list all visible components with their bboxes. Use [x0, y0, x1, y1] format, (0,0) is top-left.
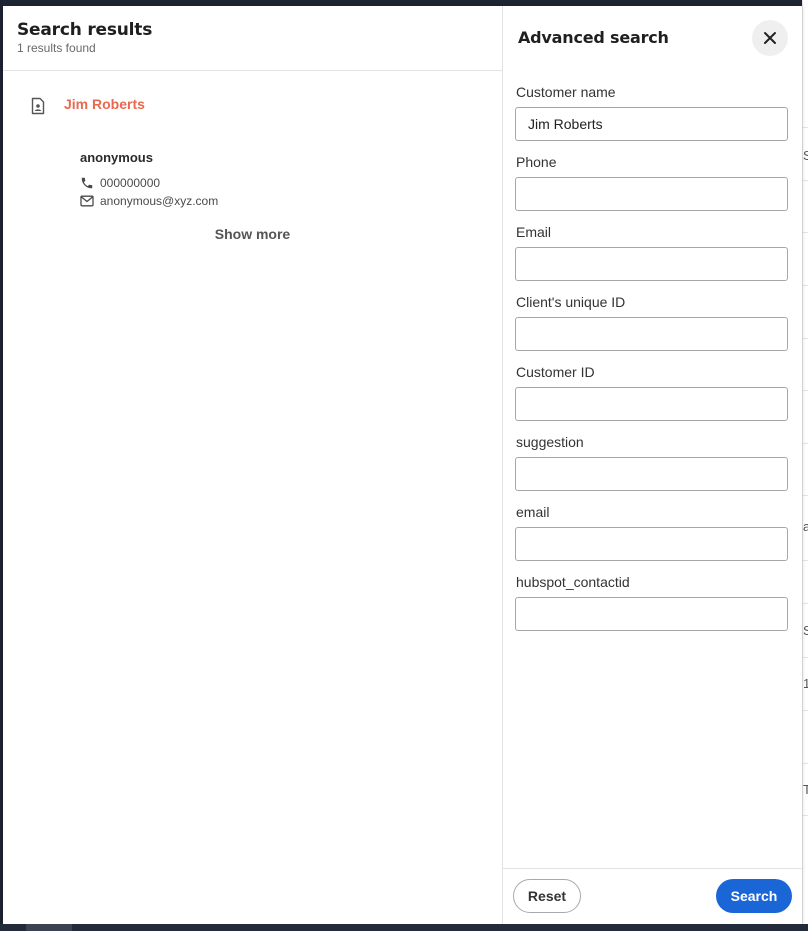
background-text-fragment: S: [803, 148, 808, 163]
email-custom-label: email: [516, 504, 550, 520]
phone-input[interactable]: [515, 177, 788, 211]
result-name-link[interactable]: Jim Roberts: [64, 96, 145, 112]
email-label: Email: [516, 224, 552, 240]
phone-label: Phone: [516, 154, 557, 170]
reset-button[interactable]: Reset: [513, 879, 581, 913]
mail-icon: [80, 195, 94, 207]
advanced-search-title: Advanced search: [518, 28, 669, 47]
customer-id-input[interactable]: [515, 387, 788, 421]
background-text-fragment: 1: [803, 676, 808, 691]
customer-id-label: Customer ID: [516, 364, 595, 380]
suggestion-label: suggestion: [516, 434, 584, 450]
client-unique-id-label: Client's unique ID: [516, 294, 626, 310]
email-input[interactable]: [515, 247, 788, 281]
search-button[interactable]: Search: [716, 879, 792, 913]
taskbar-strip: [0, 924, 808, 931]
result-contact-name: anonymous: [80, 150, 153, 165]
close-icon: [764, 32, 776, 44]
result-email-row: anonymous@xyz.com: [80, 193, 218, 209]
contact-card-icon: [30, 97, 46, 115]
search-results-count: 1 results found: [17, 41, 96, 55]
background-page: S a S 1 T: [802, 0, 808, 924]
background-text-fragment: a: [803, 519, 808, 534]
show-more-button[interactable]: Show more: [3, 226, 502, 242]
search-results-panel: Search results 1 results found Jim Rober…: [3, 6, 502, 924]
customer-name-input[interactable]: [515, 107, 788, 141]
result-phone: 000000000: [100, 176, 161, 190]
email-custom-input[interactable]: [515, 527, 788, 561]
taskbar-item: [26, 924, 72, 931]
result-item: Jim Roberts anonymous 000000000 anonymou…: [3, 78, 502, 258]
result-email: anonymous@xyz.com: [100, 194, 219, 208]
hubspot-contactid-label: hubspot_contactid: [516, 574, 630, 590]
search-modal: Search results 1 results found Jim Rober…: [3, 6, 802, 924]
client-unique-id-input[interactable]: [515, 317, 788, 351]
search-results-header: Search results 1 results found: [3, 6, 502, 71]
search-results-title: Search results: [17, 20, 153, 40]
suggestion-input[interactable]: [515, 457, 788, 491]
background-text-fragment: T: [803, 782, 808, 797]
advanced-search-panel: Advanced search Customer name Phone Emai…: [503, 6, 802, 924]
result-phone-row: 000000000: [80, 175, 160, 191]
advanced-search-footer: Reset Search: [503, 868, 802, 925]
background-text-fragment: S: [803, 623, 808, 638]
hubspot-contactid-input[interactable]: [515, 597, 788, 631]
phone-icon: [81, 177, 93, 189]
close-button[interactable]: [752, 20, 788, 56]
customer-name-label: Customer name: [516, 84, 616, 100]
